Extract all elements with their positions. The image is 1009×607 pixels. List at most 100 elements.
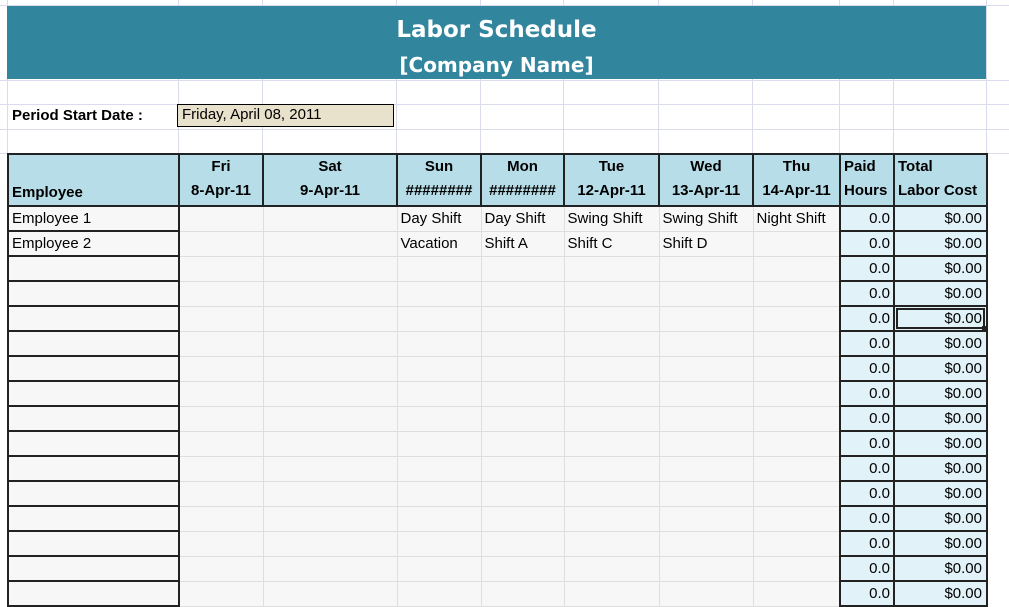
cell-employee[interactable] <box>7 255 180 282</box>
cell-tue[interactable] <box>563 530 660 557</box>
cell-thu[interactable] <box>752 430 841 457</box>
selected-cell-total[interactable]: $0.00 <box>893 305 988 332</box>
cell-sat[interactable] <box>262 530 398 557</box>
cell-wed[interactable] <box>658 380 754 407</box>
cell-sun[interactable] <box>396 555 482 582</box>
cell-paid[interactable]: 0.0 <box>839 430 895 457</box>
cell-sat[interactable] <box>262 205 398 232</box>
column-header-fri[interactable]: Fri 8-Apr-11 <box>178 153 264 207</box>
cell-tue[interactable] <box>563 405 660 432</box>
cell-paid[interactable]: 0.0 <box>839 455 895 482</box>
cell-mon[interactable] <box>480 355 565 382</box>
cell-mon[interactable] <box>480 480 565 507</box>
cell-mon[interactable] <box>480 580 565 607</box>
cell-sat[interactable] <box>262 280 398 307</box>
cell-thu[interactable] <box>752 480 841 507</box>
cell-employee[interactable] <box>7 380 180 407</box>
cell-employee[interactable] <box>7 355 180 382</box>
cell-wed[interactable]: Swing Shift <box>658 205 754 232</box>
cell-tue[interactable] <box>563 355 660 382</box>
cell-tue[interactable]: Swing Shift <box>563 205 660 232</box>
cell-wed[interactable] <box>658 530 754 557</box>
cell-sun[interactable] <box>396 355 482 382</box>
cell-employee[interactable]: Employee 2 <box>7 230 180 257</box>
cell-mon[interactable] <box>480 505 565 532</box>
cell-total[interactable]: $0.00 <box>893 555 988 582</box>
cell-total[interactable]: $0.00 <box>893 530 988 557</box>
cell-mon[interactable] <box>480 330 565 357</box>
cell-wed[interactable] <box>658 555 754 582</box>
cell-sun[interactable] <box>396 505 482 532</box>
cell-total[interactable]: $0.00 <box>893 230 988 257</box>
cell-tue[interactable] <box>563 255 660 282</box>
cell-thu[interactable] <box>752 555 841 582</box>
cell-sat[interactable] <box>262 330 398 357</box>
cell-employee[interactable] <box>7 305 180 332</box>
cell-fri[interactable] <box>178 380 264 407</box>
cell-thu[interactable] <box>752 305 841 332</box>
column-header-total[interactable]: Total Labor Cost <box>893 153 988 207</box>
cell-paid[interactable]: 0.0 <box>839 505 895 532</box>
cell-wed[interactable] <box>658 255 754 282</box>
cell-thu[interactable] <box>752 530 841 557</box>
cell-sat[interactable] <box>262 305 398 332</box>
cell-sat[interactable] <box>262 480 398 507</box>
cell-thu[interactable] <box>752 505 841 532</box>
cell-tue[interactable] <box>563 505 660 532</box>
cell-wed[interactable] <box>658 330 754 357</box>
cell-total[interactable]: $0.00 <box>893 255 988 282</box>
cell-sun[interactable] <box>396 405 482 432</box>
cell-mon[interactable] <box>480 455 565 482</box>
cell-employee[interactable] <box>7 580 180 607</box>
cell-sat[interactable] <box>262 355 398 382</box>
cell-paid[interactable]: 0.0 <box>839 530 895 557</box>
cell-fri[interactable] <box>178 480 264 507</box>
cell-tue[interactable] <box>563 480 660 507</box>
cell-sun[interactable] <box>396 430 482 457</box>
cell-total[interactable]: $0.00 <box>893 355 988 382</box>
cell-tue[interactable] <box>563 380 660 407</box>
cell-thu[interactable] <box>752 405 841 432</box>
cell-wed[interactable] <box>658 355 754 382</box>
cell-paid[interactable]: 0.0 <box>839 205 895 232</box>
cell-paid[interactable]: 0.0 <box>839 380 895 407</box>
cell-fri[interactable] <box>178 305 264 332</box>
cell-thu[interactable] <box>752 355 841 382</box>
cell-employee[interactable] <box>7 480 180 507</box>
column-header-sun[interactable]: Sun ######## <box>396 153 482 207</box>
cell-sun[interactable] <box>396 455 482 482</box>
column-header-thu[interactable]: Thu 14-Apr-11 <box>752 153 841 207</box>
cell-employee[interactable] <box>7 330 180 357</box>
company-name[interactable]: [Company Name] <box>7 53 986 77</box>
column-header-employee[interactable]: Employee <box>7 153 180 207</box>
cell-sun[interactable] <box>396 280 482 307</box>
cell-paid[interactable]: 0.0 <box>839 580 895 607</box>
cell-thu[interactable] <box>752 580 841 607</box>
cell-mon[interactable] <box>480 555 565 582</box>
cell-total[interactable]: $0.00 <box>893 405 988 432</box>
cell-wed[interactable] <box>658 280 754 307</box>
cell-wed[interactable] <box>658 405 754 432</box>
cell-mon[interactable] <box>480 430 565 457</box>
period-start-date-cell[interactable]: Friday, April 08, 2011 <box>177 104 394 127</box>
cell-wed[interactable] <box>658 480 754 507</box>
cell-tue[interactable] <box>563 580 660 607</box>
cell-fri[interactable] <box>178 505 264 532</box>
cell-thu[interactable]: Night Shift <box>752 205 841 232</box>
cell-mon[interactable] <box>480 280 565 307</box>
cell-employee[interactable] <box>7 455 180 482</box>
cell-employee[interactable] <box>7 555 180 582</box>
cell-employee[interactable] <box>7 430 180 457</box>
cell-thu[interactable] <box>752 330 841 357</box>
cell-total[interactable]: $0.00 <box>893 280 988 307</box>
cell-sat[interactable] <box>262 405 398 432</box>
cell-fri[interactable] <box>178 230 264 257</box>
cell-fri[interactable] <box>178 205 264 232</box>
cell-mon[interactable] <box>480 405 565 432</box>
cell-tue[interactable]: Shift C <box>563 230 660 257</box>
cell-paid[interactable]: 0.0 <box>839 280 895 307</box>
cell-total[interactable]: $0.00 <box>893 455 988 482</box>
cell-fri[interactable] <box>178 255 264 282</box>
cell-fri[interactable] <box>178 530 264 557</box>
cell-total[interactable]: $0.00 <box>893 205 988 232</box>
